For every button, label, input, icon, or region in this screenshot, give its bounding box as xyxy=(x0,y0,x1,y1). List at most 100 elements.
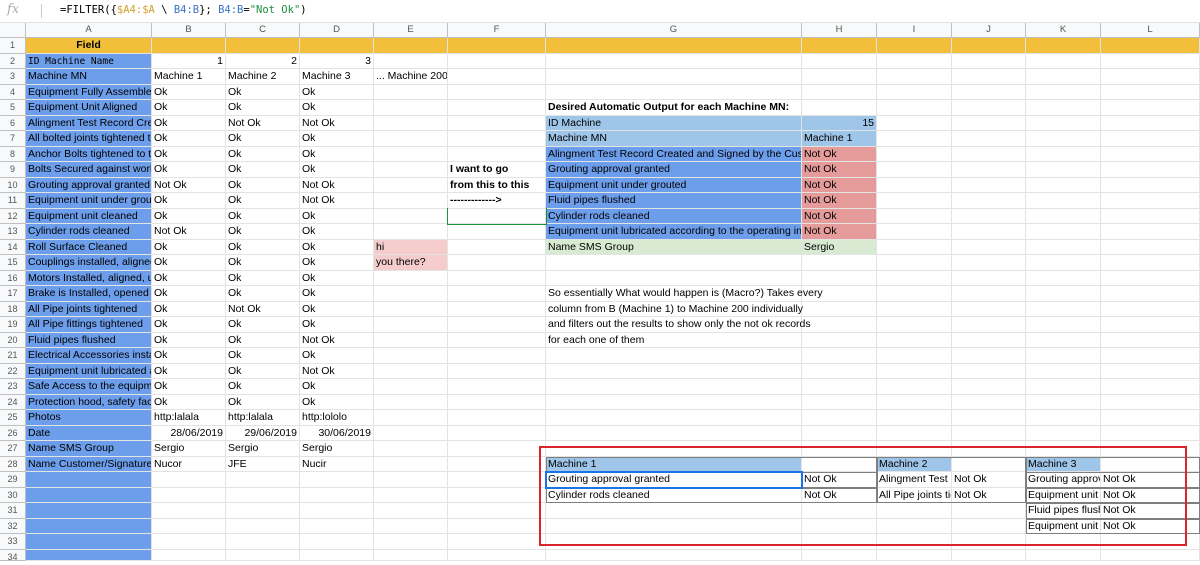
cell-c10[interactable]: Ok xyxy=(226,177,300,193)
cell-e22[interactable] xyxy=(374,363,448,379)
cell-e11[interactable] xyxy=(374,193,448,209)
column-header-d[interactable]: D xyxy=(300,23,374,38)
cell-f9[interactable]: I want to go xyxy=(448,162,546,178)
cell-b19[interactable]: Ok xyxy=(152,317,226,333)
cell-i13[interactable] xyxy=(877,224,952,240)
cell-k14[interactable] xyxy=(1026,239,1101,255)
row-header-18[interactable]: 18 xyxy=(0,301,26,317)
cell-d21[interactable]: Ok xyxy=(300,348,374,364)
cell-a8[interactable]: Anchor Bolts tightened to the xyxy=(26,146,152,162)
cell-e23[interactable] xyxy=(374,379,448,395)
cell-f30[interactable] xyxy=(448,487,546,503)
row-header-9[interactable]: 9 xyxy=(0,162,26,178)
row-header-15[interactable]: 15 xyxy=(0,255,26,271)
cell-c30[interactable] xyxy=(226,487,300,503)
cell-c7[interactable]: Ok xyxy=(226,131,300,147)
cell-h26[interactable] xyxy=(802,425,877,441)
cell-k24[interactable] xyxy=(1026,394,1101,410)
cell-l6[interactable] xyxy=(1101,115,1200,131)
cell-l2[interactable] xyxy=(1101,53,1200,69)
cell-i12[interactable] xyxy=(877,208,952,224)
cell-b16[interactable]: Ok xyxy=(152,270,226,286)
cell-l19[interactable] xyxy=(1101,317,1200,333)
cell-f10[interactable]: from this to this xyxy=(448,177,546,193)
cell-c12[interactable]: Ok xyxy=(226,208,300,224)
cell-j25[interactable] xyxy=(952,410,1026,426)
cell-l26[interactable] xyxy=(1101,425,1200,441)
cell-h14[interactable]: Sergio xyxy=(802,239,877,255)
cell-h21[interactable] xyxy=(802,348,877,364)
cell-g5[interactable]: Desired Automatic Output for each Machin… xyxy=(546,100,802,116)
cell-j24[interactable] xyxy=(952,394,1026,410)
cell-g16[interactable] xyxy=(546,270,802,286)
row-header-1[interactable]: 1 xyxy=(0,38,26,54)
cell-b1[interactable] xyxy=(152,38,226,54)
cell-f28[interactable] xyxy=(448,456,546,472)
cell-d25[interactable]: http:lololo xyxy=(300,410,374,426)
cell-c29[interactable] xyxy=(226,472,300,488)
cell-i19[interactable] xyxy=(877,317,952,333)
cell-e10[interactable] xyxy=(374,177,448,193)
cell-g26[interactable] xyxy=(546,425,802,441)
cell-k9[interactable] xyxy=(1026,162,1101,178)
cell-d13[interactable]: Ok xyxy=(300,224,374,240)
cell-h34[interactable] xyxy=(802,549,877,561)
cell-b6[interactable]: Ok xyxy=(152,115,226,131)
cell-e5[interactable] xyxy=(374,100,448,116)
cell-l3[interactable] xyxy=(1101,69,1200,85)
cell-l9[interactable] xyxy=(1101,162,1200,178)
cell-a1[interactable]: Field xyxy=(26,38,152,54)
cell-g34[interactable] xyxy=(546,549,802,561)
cell-b10[interactable]: Not Ok xyxy=(152,177,226,193)
cell-a19[interactable]: All Pipe fittings tightened xyxy=(26,317,152,333)
cell-a33[interactable] xyxy=(26,534,152,550)
cell-k19[interactable] xyxy=(1026,317,1101,333)
cell-g13[interactable]: Equipment unit lubricated according to t… xyxy=(546,224,802,240)
row-header-10[interactable]: 10 xyxy=(0,177,26,193)
cell-f3[interactable] xyxy=(448,69,546,85)
cell-g15[interactable] xyxy=(546,255,802,271)
cell-l17[interactable] xyxy=(1101,286,1200,302)
cell-d20[interactable]: Not Ok xyxy=(300,332,374,348)
cell-j7[interactable] xyxy=(952,131,1026,147)
cell-h16[interactable] xyxy=(802,270,877,286)
cell-c26[interactable]: 29/06/2019 xyxy=(226,425,300,441)
cell-e12[interactable] xyxy=(374,208,448,224)
cell-a18[interactable]: All Pipe joints tightened xyxy=(26,301,152,317)
cell-l18[interactable] xyxy=(1101,301,1200,317)
cell-b18[interactable]: Ok xyxy=(152,301,226,317)
cell-d15[interactable]: Ok xyxy=(300,255,374,271)
cell-e3[interactable]: ... Machine 200 xyxy=(374,69,448,85)
cell-g3[interactable] xyxy=(546,69,802,85)
row-header-19[interactable]: 19 xyxy=(0,317,26,333)
cell-a5[interactable]: Equipment Unit Aligned xyxy=(26,100,152,116)
cell-i25[interactable] xyxy=(877,410,952,426)
cell-j17[interactable] xyxy=(952,286,1026,302)
cell-a20[interactable]: Fluid pipes flushed xyxy=(26,332,152,348)
cell-i8[interactable] xyxy=(877,146,952,162)
cell-d12[interactable]: Ok xyxy=(300,208,374,224)
cell-k11[interactable] xyxy=(1026,193,1101,209)
cell-l1[interactable] xyxy=(1101,38,1200,54)
cell-c16[interactable]: Ok xyxy=(226,270,300,286)
cell-b31[interactable] xyxy=(152,503,226,519)
row-header-26[interactable]: 26 xyxy=(0,425,26,441)
cell-k26[interactable] xyxy=(1026,425,1101,441)
cell-j13[interactable] xyxy=(952,224,1026,240)
cell-l12[interactable] xyxy=(1101,208,1200,224)
cell-a3[interactable]: Machine MN xyxy=(26,69,152,85)
cell-h4[interactable] xyxy=(802,84,877,100)
column-header-b[interactable]: B xyxy=(152,23,226,38)
cell-c32[interactable] xyxy=(226,518,300,534)
cell-a25[interactable]: Photos xyxy=(26,410,152,426)
cell-k23[interactable] xyxy=(1026,379,1101,395)
row-header-6[interactable]: 6 xyxy=(0,115,26,131)
cell-g9[interactable]: Grouting approval granted xyxy=(546,162,802,178)
cell-a31[interactable] xyxy=(26,503,152,519)
cell-a14[interactable]: Roll Surface Cleaned xyxy=(26,239,152,255)
cell-i18[interactable] xyxy=(877,301,952,317)
cell-k3[interactable] xyxy=(1026,69,1101,85)
cell-f27[interactable] xyxy=(448,441,546,457)
cell-j1[interactable] xyxy=(952,38,1026,54)
cell-g24[interactable] xyxy=(546,394,802,410)
